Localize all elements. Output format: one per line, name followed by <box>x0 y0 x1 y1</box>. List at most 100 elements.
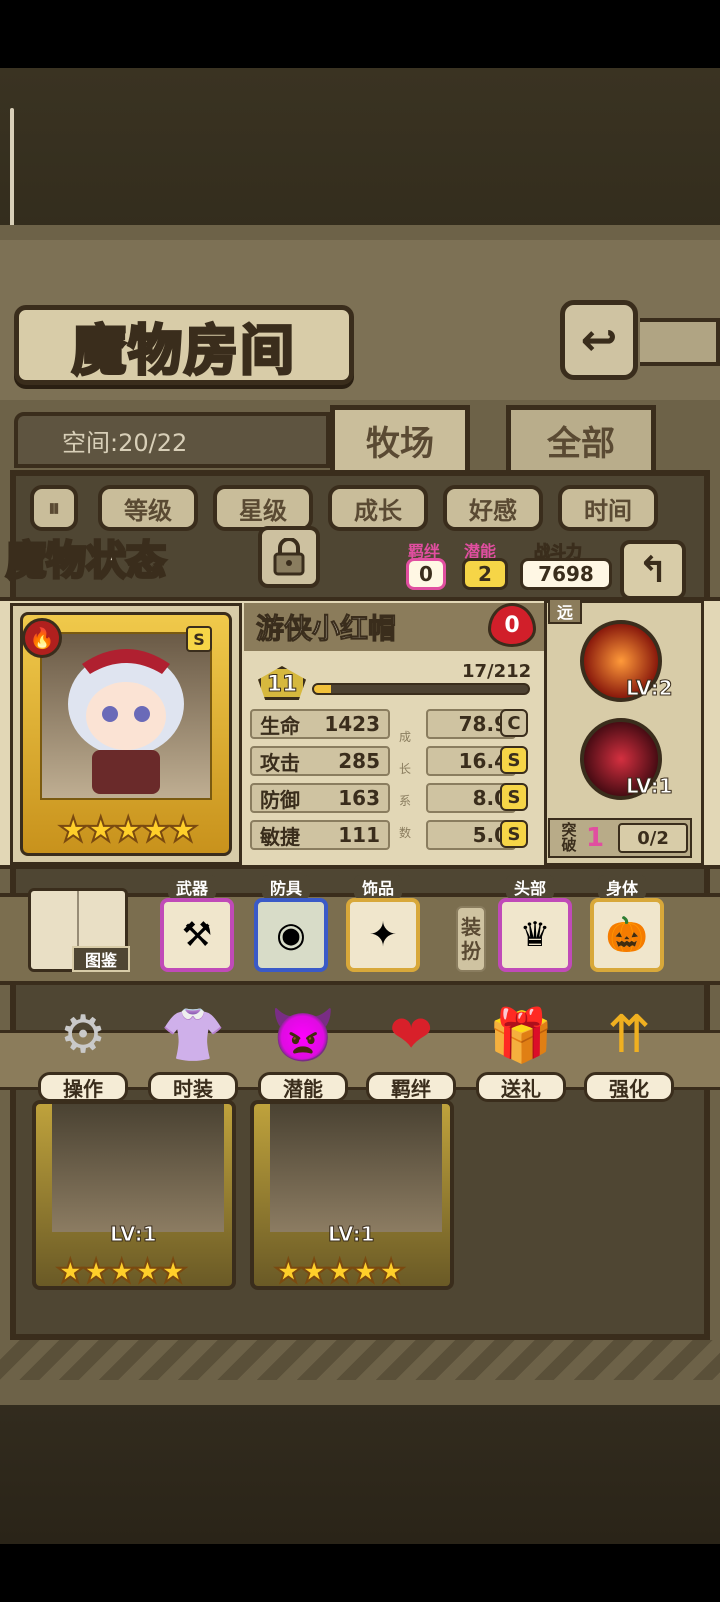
tab-ranch[interactable]: 牧场 <box>330 405 470 475</box>
dress-up-label: 装 <box>461 915 481 939</box>
stat-label-box: 敏捷 111 <box>250 820 390 850</box>
stat-label: 生命 <box>260 713 300 738</box>
stat-label: 攻击 <box>260 750 300 775</box>
fashion-button[interactable]: 👚 时装 <box>148 1000 238 1102</box>
sort-order-button[interactable]: ⏸ <box>30 485 78 531</box>
growth-label-char: 长 <box>399 762 412 776</box>
weapon-icon: ⚒ <box>181 915 213 955</box>
monster-stars: ★★★★★ <box>55 1251 188 1291</box>
potential-icon: 👿 <box>270 1005 336 1066</box>
star-rating: ★★★★★ <box>57 809 199 851</box>
body-slot[interactable]: 🎃 <box>590 898 664 972</box>
stat-label-box: 防御 163 <box>250 783 390 813</box>
title-box: 魔物房间 <box>14 305 354 385</box>
page-title: 魔物房间 <box>71 317 296 383</box>
monster-stars: ★★★★★ <box>273 1251 406 1291</box>
sort-growth-button[interactable]: 成长 <box>328 485 428 531</box>
breakthrough-progress: 0/2 <box>618 823 689 853</box>
stat-label-box: 生命 1423 <box>250 709 390 739</box>
monster-level: LV:1 <box>109 1222 157 1247</box>
skill-level: LV:2 <box>625 676 673 701</box>
gift-label: 送礼 <box>476 1072 566 1102</box>
exp-bar-fill <box>314 685 332 693</box>
head-slot-label: 头部 <box>506 875 555 899</box>
operate-button[interactable]: ⚙ 操作 <box>38 1000 128 1102</box>
affection-badge: 0 <box>488 603 536 647</box>
stat-label: 敏捷 <box>260 824 300 849</box>
growth-label-char: 系 <box>399 794 412 808</box>
stat-row: 生命 1423 78.9 C <box>250 709 540 739</box>
breakthrough-count: 1 <box>586 823 605 853</box>
enhance-button[interactable]: ⇈ 强化 <box>584 1000 674 1102</box>
stat-grade-badge: C <box>500 709 528 737</box>
monster-portrait <box>52 1104 224 1232</box>
stat-row: 防御 163 8.0 S <box>250 783 540 813</box>
fashion-icon: 👚 <box>160 1005 226 1066</box>
head-icon: ♛ <box>519 915 551 955</box>
sort-order-icon: ⏸ <box>48 494 60 522</box>
tab-all[interactable]: 全部 <box>506 405 656 475</box>
return-arrow-icon: ↩ <box>580 314 618 366</box>
accessory-slot-label: 饰品 <box>354 875 403 899</box>
lock-button[interactable] <box>258 526 320 588</box>
stat-grade-badge: S <box>500 746 528 774</box>
accessory-slot[interactable]: ✦ <box>346 898 420 972</box>
body-slot-label: 身体 <box>598 875 647 899</box>
stat-value: 285 <box>338 749 380 773</box>
armor-slot[interactable]: ◉ <box>254 898 328 972</box>
bond-value: 0 <box>406 558 446 590</box>
lock-icon <box>273 538 305 576</box>
operate-icon: ⚙ <box>59 1005 107 1065</box>
stat-label: 防御 <box>260 787 300 812</box>
back-button[interactable]: ↩ <box>560 300 638 380</box>
stat-grade-badge: S <box>500 820 528 848</box>
sort-level-button[interactable]: 等级 <box>98 485 198 531</box>
accessory-icon: ✦ <box>368 915 398 955</box>
power-value: 7698 <box>520 558 612 590</box>
stat-value: 111 <box>338 823 380 847</box>
top-bar <box>0 0 720 68</box>
head-slot[interactable]: ♛ <box>498 898 572 972</box>
status-title: 魔物状态 <box>5 537 168 586</box>
monster-card[interactable]: LV:1 ★★★★★ <box>32 1100 236 1291</box>
stat-value: 1423 <box>324 712 380 736</box>
stat-value: 163 <box>338 786 380 810</box>
parchment-edge <box>0 1340 720 1380</box>
monster-portrait <box>40 632 212 800</box>
close-status-button[interactable]: ↰ <box>620 540 686 600</box>
exp-text: 17/212 <box>462 661 532 682</box>
dress-up-button[interactable]: 装 扮 <box>456 906 486 972</box>
breakthrough-box[interactable]: 突 破 1 0/2 <box>548 818 692 858</box>
sort-affection-button[interactable]: 好感 <box>443 485 543 531</box>
potential-button[interactable]: 👿 潜能 <box>258 1000 348 1102</box>
potential-label: 潜能 <box>258 1072 348 1102</box>
gift-button[interactable]: 🎁 送礼 <box>476 1000 566 1102</box>
sort-time-button[interactable]: 时间 <box>558 485 658 531</box>
stat-grade-badge: S <box>500 783 528 811</box>
growth-label-char: 成 <box>399 730 412 744</box>
breakthrough-label: 破 <box>561 836 577 854</box>
operate-label: 操作 <box>38 1072 128 1102</box>
armor-slot-label: 防具 <box>262 875 311 899</box>
body-icon: 🎃 <box>605 915 649 955</box>
skill-level: LV:1 <box>625 774 673 799</box>
bond-icon: ❤ <box>389 1005 433 1065</box>
bond-label: 羁绊 <box>366 1072 456 1102</box>
monster-portrait <box>270 1104 442 1232</box>
stat-row: 敏捷 111 5.0 S <box>250 820 540 850</box>
monster-art <box>68 649 184 794</box>
fashion-label: 时装 <box>148 1072 238 1102</box>
return-arrow-icon: ↰ <box>637 549 669 591</box>
bottom-bar <box>0 1544 720 1602</box>
monster-card[interactable]: LV:1 ★★★★★ <box>250 1100 454 1291</box>
dress-up-label: 扮 <box>461 939 481 963</box>
exp-bar <box>312 683 530 695</box>
weapon-slot[interactable]: ⚒ <box>160 898 234 972</box>
enhance-icon: ⇈ <box>607 1005 651 1065</box>
grade-badge: S <box>186 626 212 652</box>
stat-label-box: 攻击 285 <box>250 746 390 776</box>
range-tag: 远 <box>548 598 582 624</box>
weapon-slot-label: 武器 <box>168 875 217 899</box>
bond-button[interactable]: ❤ 羁绊 <box>366 1000 456 1102</box>
sort-star-button[interactable]: 星级 <box>213 485 313 531</box>
